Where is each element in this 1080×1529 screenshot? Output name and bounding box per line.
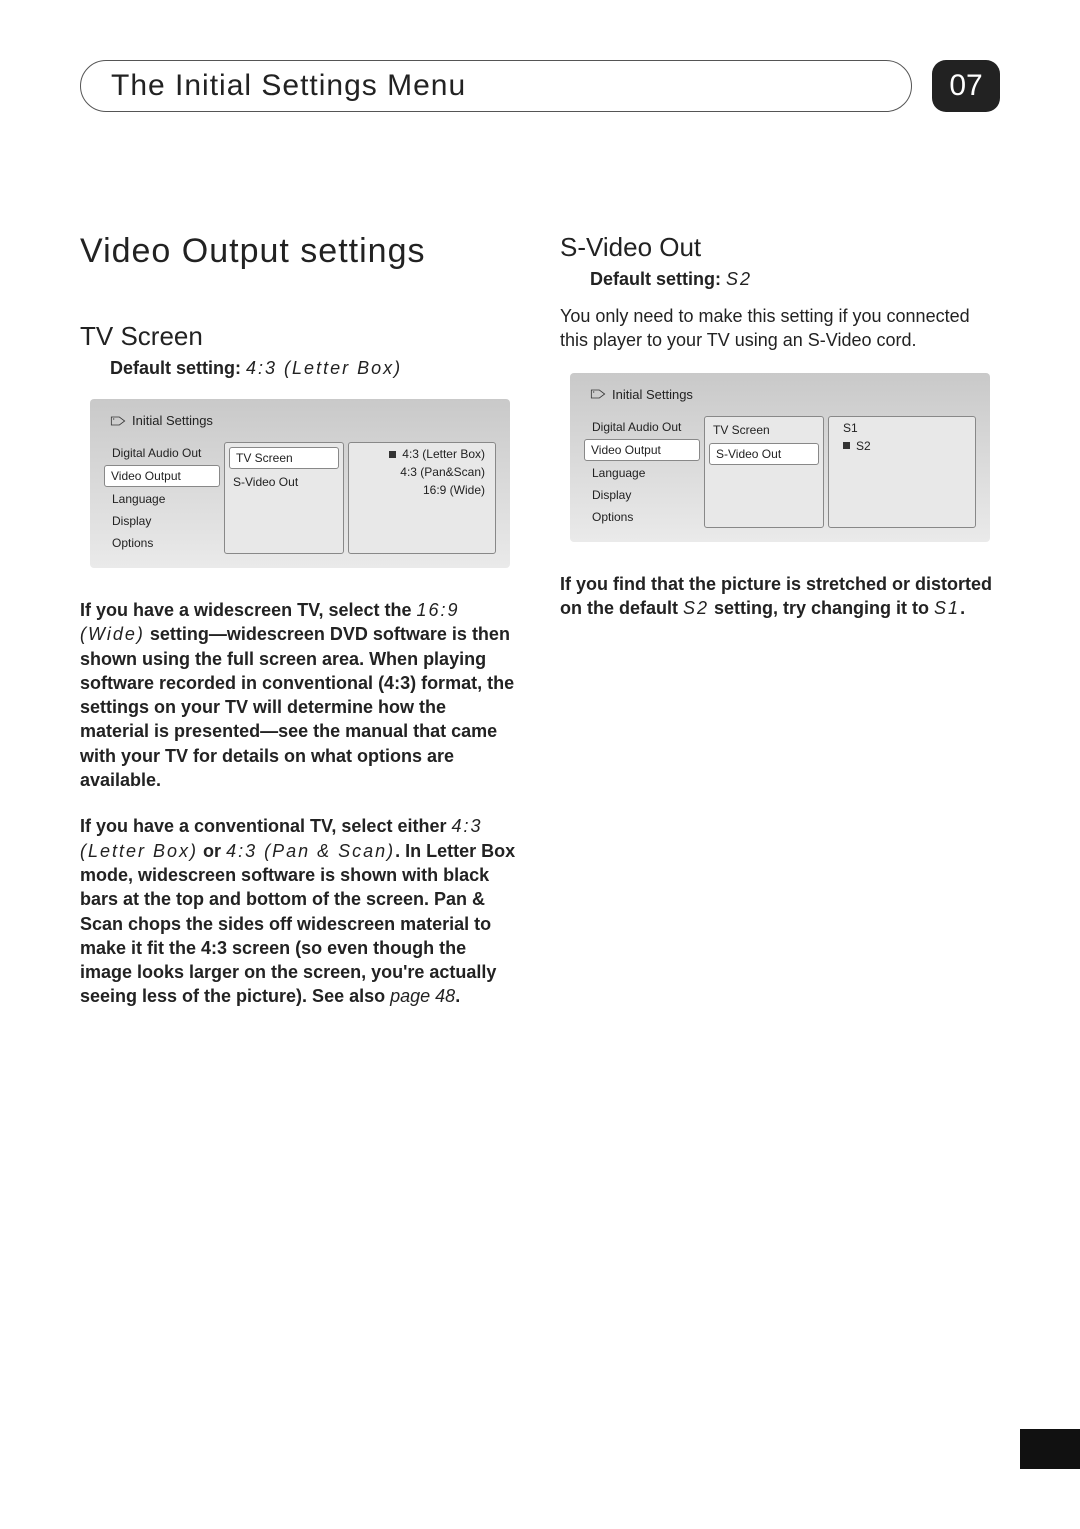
menu-cat-item: Options: [104, 532, 224, 554]
text-run: If you have a conventional TV, select ei…: [80, 816, 451, 836]
menu-option-label: S1: [843, 421, 858, 435]
default-value: S2: [726, 269, 752, 289]
section-heading-video-output: Video Output settings: [80, 232, 520, 271]
menu-subitems: TV Screen S-Video Out: [704, 416, 824, 528]
menu-title: Initial Settings: [590, 387, 976, 402]
menu-cat-item: Language: [584, 462, 704, 484]
menu-option-label: S2: [856, 439, 871, 453]
menu-options: S1 S2: [828, 416, 976, 528]
default-setting-line: Default setting: S2: [590, 269, 1000, 290]
page-reference: page 48: [390, 986, 455, 1006]
paragraph-conventional: If you have a conventional TV, select ei…: [80, 814, 520, 1008]
settings-menu-tvscreen: Initial Settings Digital Audio Out Video…: [90, 399, 510, 568]
page-title: The Initial Settings Menu: [80, 60, 912, 112]
menu-sub-item: S-Video Out: [225, 471, 343, 493]
menu-cat-item: Display: [584, 484, 704, 506]
text-run: .: [960, 598, 965, 618]
text-run: or: [198, 841, 226, 861]
menu-sub-item-selected: TV Screen: [229, 447, 339, 469]
menu-cat-item: Options: [584, 506, 704, 528]
text-run-italic: 4:3 (Pan & Scan): [226, 841, 395, 861]
menu-option: 4:3 (Pan&Scan): [349, 463, 495, 481]
menu-option: 16:9 (Wide): [349, 481, 495, 499]
default-label: Default setting:: [110, 358, 241, 378]
selected-marker-icon: [843, 442, 850, 449]
default-setting-line: Default setting: 4:3 (Letter Box): [110, 358, 520, 379]
menu-option-label: 4:3 (Pan&Scan): [400, 465, 485, 479]
text-run-italic: S2: [683, 598, 709, 618]
menu-option: 4:3 (Letter Box): [349, 445, 495, 463]
page-edge-tab: [1020, 1429, 1080, 1469]
chapter-number-badge: 07: [932, 60, 1000, 112]
menu-subitems: TV Screen S-Video Out: [224, 442, 344, 554]
menu-title: Initial Settings: [110, 413, 496, 428]
text-run: If you have a widescreen TV, select the: [80, 600, 416, 620]
menu-options: 4:3 (Letter Box) 4:3 (Pan&Scan) 16:9 (Wi…: [348, 442, 496, 554]
text-run: . In Letter Box mode, widescreen softwar…: [80, 841, 515, 1007]
menu-cat-item: Digital Audio Out: [584, 416, 704, 438]
menu-grid: Digital Audio Out Video Output Language …: [104, 442, 496, 554]
paragraph-widescreen: If you have a widescreen TV, select the …: [80, 598, 520, 792]
default-value: 4:3 (Letter Box): [246, 358, 402, 378]
menu-option-label: 4:3 (Letter Box): [402, 447, 485, 461]
left-column: Video Output settings TV Screen Default …: [80, 232, 520, 1031]
menu-grid: Digital Audio Out Video Output Language …: [584, 416, 976, 528]
paragraph-svideo-note: If you find that the picture is stretche…: [560, 572, 1000, 621]
menu-sub-item: TV Screen: [705, 419, 823, 441]
text-run: .: [455, 986, 460, 1006]
menu-option: S2: [829, 437, 975, 455]
tag-icon: [590, 388, 606, 400]
menu-cat-item: Display: [104, 510, 224, 532]
text-run: setting—widescreen DVD software is then …: [80, 624, 514, 790]
menu-categories: Digital Audio Out Video Output Language …: [104, 442, 224, 554]
paragraph-svideo-intro: You only need to make this setting if yo…: [560, 304, 1000, 353]
right-column: S-Video Out Default setting: S2 You only…: [560, 232, 1000, 1031]
selected-marker-icon: [389, 451, 396, 458]
text-run: setting, try changing it to: [709, 598, 934, 618]
menu-sub-item-selected: S-Video Out: [709, 443, 819, 465]
menu-cat-item-selected: Video Output: [584, 439, 700, 461]
menu-option-label: 16:9 (Wide): [423, 483, 485, 497]
content-columns: Video Output settings TV Screen Default …: [80, 232, 1000, 1031]
menu-cat-item: Digital Audio Out: [104, 442, 224, 464]
page-header: The Initial Settings Menu 07: [80, 60, 1000, 112]
default-label: Default setting:: [590, 269, 721, 289]
menu-title-text: Initial Settings: [612, 387, 693, 402]
menu-option: S1: [829, 419, 975, 437]
settings-menu-svideo: Initial Settings Digital Audio Out Video…: [570, 373, 990, 542]
menu-cat-item-selected: Video Output: [104, 465, 220, 487]
menu-categories: Digital Audio Out Video Output Language …: [584, 416, 704, 528]
menu-title-text: Initial Settings: [132, 413, 213, 428]
subheading-svideo: S-Video Out: [560, 232, 1000, 263]
subheading-tv-screen: TV Screen: [80, 321, 520, 352]
tag-icon: [110, 415, 126, 427]
text-run-italic: S1: [934, 598, 960, 618]
menu-cat-item: Language: [104, 488, 224, 510]
